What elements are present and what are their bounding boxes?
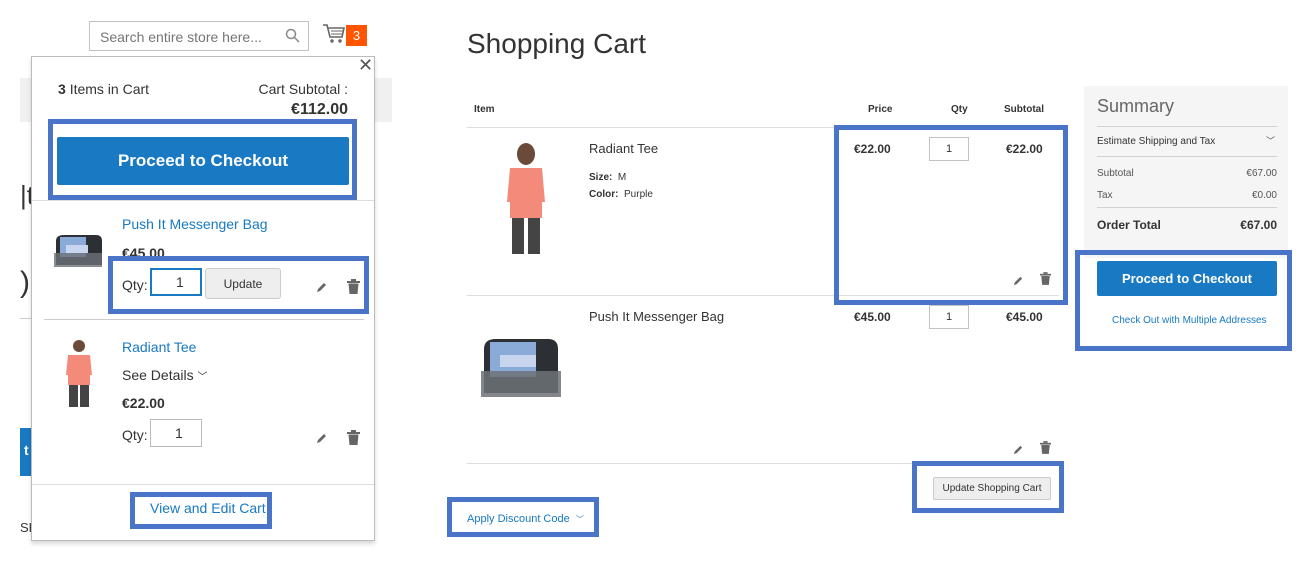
- multi-address-checkout-link[interactable]: Check Out with Multiple Addresses: [1112, 315, 1267, 326]
- divider: [32, 484, 374, 485]
- minicart-update-button[interactable]: Update: [205, 268, 281, 299]
- order-summary: Summary Estimate Shipping and Tax ﹀ Subt…: [1084, 86, 1288, 258]
- cart-subtotal-value: €112.00: [291, 101, 348, 118]
- trash-icon[interactable]: [1040, 272, 1051, 290]
- minicart-qty-input[interactable]: [150, 419, 202, 447]
- tax-value: €0.00: [1251, 190, 1277, 201]
- column-header-price: Price: [868, 104, 893, 115]
- estimate-label: Estimate Shipping and Tax: [1097, 136, 1216, 147]
- trash-icon[interactable]: [1040, 441, 1051, 459]
- divider: [1097, 156, 1277, 157]
- subtotal-value: €67.00: [1246, 168, 1277, 179]
- divider: [1097, 207, 1277, 208]
- qty-label: Qty:: [122, 277, 148, 293]
- items-count-label: Items in Cart: [69, 81, 150, 97]
- column-header-subtotal: Subtotal: [1004, 104, 1044, 115]
- cart-count-badge[interactable]: 3: [346, 25, 367, 46]
- search-icon[interactable]: [285, 28, 300, 48]
- divider: [1097, 126, 1277, 127]
- minicart-item-name[interactable]: Push It Messenger Bag: [122, 216, 268, 232]
- edit-pencil-icon[interactable]: [316, 431, 328, 449]
- chevron-down-icon: ﹀: [197, 372, 208, 383]
- estimate-shipping-toggle[interactable]: Estimate Shipping and Tax: [1097, 136, 1215, 147]
- subtotal-label: Subtotal: [1097, 168, 1134, 179]
- item-price: €22.00: [854, 142, 891, 156]
- divider: [467, 295, 1059, 296]
- minicart-item-name[interactable]: Radiant Tee: [122, 339, 196, 355]
- order-total-label: Order Total: [1097, 218, 1161, 232]
- radiant-tee-image[interactable]: [500, 142, 552, 261]
- qty-input[interactable]: 1: [929, 137, 969, 161]
- divider: [467, 127, 1059, 128]
- background-text-fragment: ): [20, 266, 30, 299]
- cart-item-name[interactable]: Radiant Tee: [589, 141, 658, 156]
- item-subtotal: €45.00: [1006, 310, 1043, 324]
- apply-discount-toggle[interactable]: Apply Discount Code ﹀: [467, 513, 584, 525]
- qty-label: Qty:: [122, 427, 148, 443]
- option-label: Color:: [589, 189, 619, 200]
- divider: [467, 463, 1059, 464]
- search-box: [89, 21, 309, 51]
- background-text-fragment: t: [24, 442, 29, 458]
- item-option: Size: M: [589, 172, 626, 183]
- minicart-dropdown: ✕ 3 Items in Cart Cart Subtotal : €112.0…: [31, 55, 375, 541]
- trash-icon[interactable]: [347, 430, 360, 450]
- column-header-qty: Qty: [951, 104, 968, 115]
- divider: [44, 319, 364, 320]
- items-count-number: 3: [58, 81, 66, 97]
- option-value: Purple: [624, 189, 653, 200]
- see-details-label: See Details: [122, 367, 194, 383]
- radiant-tee-thumbnail[interactable]: [62, 339, 96, 414]
- summary-checkout-button[interactable]: Proceed to Checkout: [1097, 261, 1277, 296]
- option-label: Size:: [589, 172, 613, 183]
- shopping-cart-icon[interactable]: [322, 22, 346, 51]
- divider: [32, 200, 374, 201]
- qty-input[interactable]: 1: [929, 305, 969, 329]
- edit-pencil-icon[interactable]: [1013, 273, 1024, 291]
- chevron-down-icon: ﹀: [575, 515, 584, 524]
- close-icon[interactable]: ✕: [358, 55, 373, 76]
- minicart-item-price: €22.00: [122, 395, 165, 411]
- messenger-bag-thumbnail[interactable]: [52, 231, 104, 276]
- cart-subtotal-label: Cart Subtotal :: [258, 81, 349, 97]
- edit-pencil-icon[interactable]: [316, 280, 328, 298]
- option-value: M: [617, 172, 627, 183]
- search-input[interactable]: [98, 23, 282, 51]
- messenger-bag-image[interactable]: [478, 333, 564, 408]
- cart-item-name[interactable]: Push It Messenger Bag: [589, 309, 724, 324]
- summary-title: Summary: [1097, 96, 1175, 116]
- update-cart-button[interactable]: Update Shopping Cart: [933, 477, 1051, 500]
- view-edit-cart-link[interactable]: View and Edit Cart: [150, 500, 266, 516]
- column-header-item: Item: [474, 104, 495, 115]
- order-total-value: €67.00: [1240, 218, 1277, 232]
- item-option: Color: Purple: [589, 189, 653, 200]
- item-subtotal: €22.00: [1006, 142, 1043, 156]
- discount-label: Apply Discount Code: [467, 513, 570, 525]
- minicart-checkout-button[interactable]: Proceed to Checkout: [57, 137, 349, 185]
- see-details-toggle[interactable]: See Details ﹀: [122, 367, 207, 383]
- item-price: €45.00: [854, 310, 891, 324]
- minicart-items-count: 3 Items in Cart: [58, 81, 149, 97]
- minicart-qty-input[interactable]: [150, 268, 202, 296]
- page-title: Shopping Cart: [467, 28, 647, 59]
- tax-label: Tax: [1097, 190, 1113, 201]
- edit-pencil-icon[interactable]: [1013, 442, 1024, 460]
- minicart-item-price: €45.00: [122, 245, 165, 261]
- chevron-down-icon[interactable]: ﹀: [1266, 134, 1275, 147]
- trash-icon[interactable]: [347, 279, 360, 299]
